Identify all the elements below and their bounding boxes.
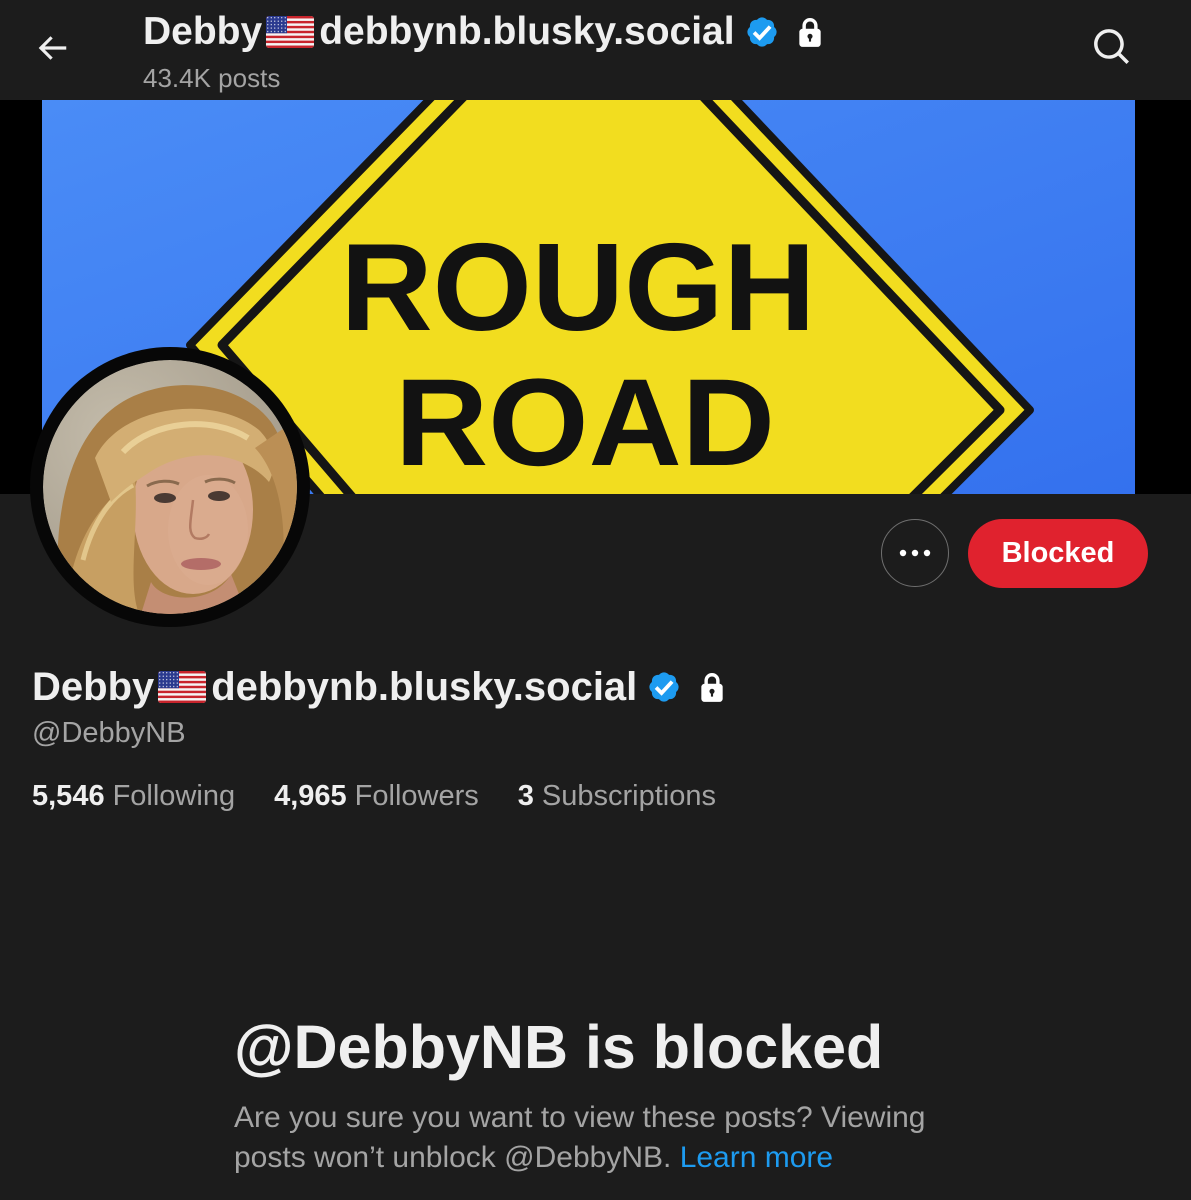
top-header: Debby debbynb.blusky.social 43.4K posts bbox=[0, 0, 1191, 100]
arrow-left-icon bbox=[38, 36, 67, 60]
following-count: 5,546 bbox=[32, 780, 105, 812]
avatar-photo bbox=[43, 360, 297, 614]
back-button[interactable] bbox=[24, 20, 80, 76]
search-icon bbox=[1094, 29, 1129, 64]
following-stat[interactable]: 5,546 Following bbox=[32, 779, 235, 813]
blocked-notice-title: @DebbyNB is blocked bbox=[234, 1013, 884, 1081]
us-flag-icon bbox=[266, 16, 314, 48]
blocked-notice-description: Are you sure you want to view these post… bbox=[234, 1098, 954, 1178]
profile-display-name: Debby debbynb.blusky.social bbox=[32, 663, 725, 711]
following-label: Following bbox=[112, 780, 236, 812]
verified-badge-icon[interactable] bbox=[645, 668, 683, 706]
header-name-second: debbynb.blusky.social bbox=[319, 10, 735, 53]
subscriptions-stat[interactable]: 3 Subscriptions bbox=[518, 779, 716, 813]
subscriptions-label: Subscriptions bbox=[541, 780, 716, 812]
header-title: Debby debbynb.blusky.social bbox=[143, 8, 823, 56]
header-post-count: 43.4K posts bbox=[143, 63, 281, 93]
profile-handle: @DebbyNB bbox=[32, 717, 186, 749]
followers-count: 4,965 bbox=[274, 780, 347, 812]
learn-more-link[interactable]: Learn more bbox=[680, 1141, 833, 1174]
banner-sign-line-2: ROAD bbox=[395, 354, 775, 492]
more-horizontal-icon bbox=[899, 549, 931, 557]
followers-stat[interactable]: 4,965 Followers bbox=[274, 779, 479, 813]
blocked-button[interactable]: Blocked bbox=[968, 519, 1148, 588]
banner-sign-line-1: ROUGH bbox=[341, 219, 816, 357]
lock-icon bbox=[699, 671, 725, 703]
profile-name-second: debbynb.blusky.social bbox=[211, 665, 638, 709]
more-options-button[interactable] bbox=[881, 519, 949, 587]
followers-label: Followers bbox=[354, 780, 479, 812]
subscriptions-count: 3 bbox=[517, 780, 534, 812]
verified-badge-icon bbox=[743, 13, 781, 51]
profile-stats: 5,546 Following 4,965 Followers 3 Subscr… bbox=[32, 779, 755, 813]
profile-name-first: Debby bbox=[32, 665, 155, 709]
avatar[interactable] bbox=[30, 347, 310, 627]
lock-icon bbox=[797, 16, 823, 48]
search-button[interactable] bbox=[1084, 19, 1140, 75]
header-name-first: Debby bbox=[143, 10, 263, 53]
us-flag-icon bbox=[158, 671, 206, 703]
